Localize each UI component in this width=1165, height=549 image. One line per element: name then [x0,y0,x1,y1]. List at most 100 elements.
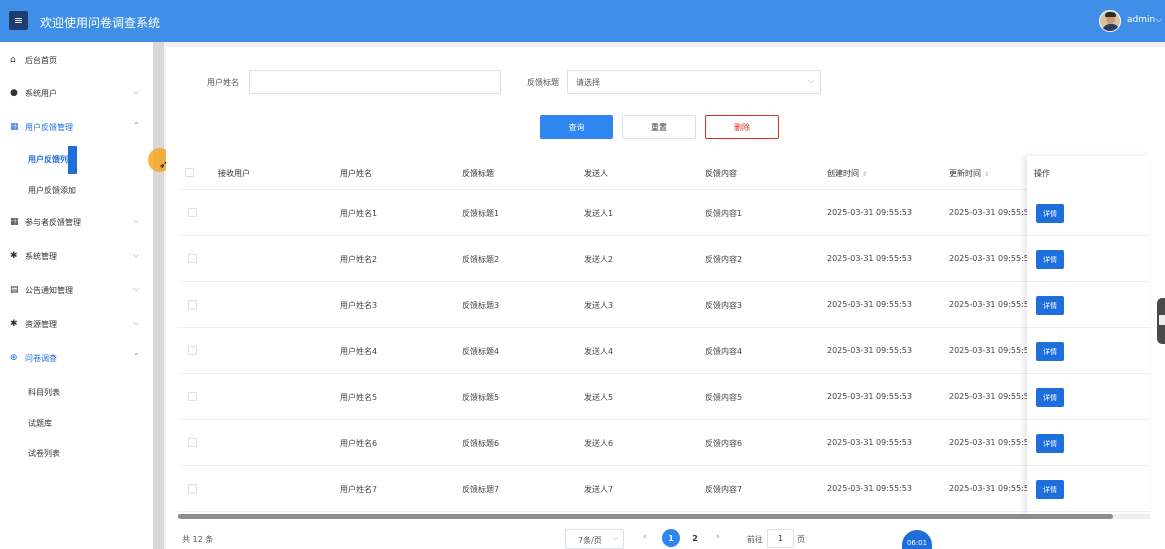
table-cell-content: 反馈内容4 [705,347,743,356]
sidebar-item-resources[interactable]: ✱ 资源管理 ⌵ [0,314,153,334]
chevron-down-icon: ⌵ [807,76,814,85]
table-cell-updated: 2025-03-31 09:55:53 [949,392,1034,401]
operation-cell: 详情 [1027,190,1150,236]
select-all-checkbox[interactable] [185,168,194,177]
table-horizontal-scrollbar[interactable] [178,514,1150,519]
chevron-down-icon: ⌵ [133,318,140,327]
sidebar-item-survey[interactable]: ⊕ 问卷调查 ⌃ [0,348,153,368]
row-checkbox[interactable] [188,392,197,401]
page-button-2[interactable]: 2 [686,529,704,547]
page-size-select[interactable]: 7条/页 ⌵ [565,529,624,549]
side-panel-tab[interactable] [1157,298,1165,344]
sidebar-item-label: 资源管理 [25,320,57,329]
prev-page-icon[interactable]: ‹ [643,532,647,542]
page-button-1[interactable]: 1 [662,529,680,547]
sidebar-item-label: 用户反馈添加 [28,186,76,195]
detail-button[interactable]: 详情 [1036,434,1064,453]
column-header-sortable[interactable]: 创建时间 ⇕ [827,168,867,179]
sidebar-item-papers[interactable]: 试卷列表 [0,443,153,463]
reset-button[interactable]: 重置 [622,115,696,139]
column-label: 更新时间 [949,169,981,178]
next-page-icon[interactable]: › [716,532,720,542]
feedback-title-label: 反馈标题 [527,78,559,87]
sidebar-item-system-management[interactable]: ✱ 系统管理 ⌵ [0,246,153,266]
table-cell-sender: 发送人1 [584,209,614,218]
query-button[interactable]: 查询 [540,115,613,139]
sort-icon[interactable]: ⇕ [984,171,989,178]
detail-button[interactable]: 详情 [1036,480,1064,499]
table-cell-updated: 2025-03-31 09:55:53 [949,208,1034,217]
sidebar-item-system-users[interactable]: ● 系统用户 ⌵ [0,83,153,103]
user-icon: ● [10,88,18,98]
table-row: 用户姓名5 反馈标题5 发送人5 反馈内容5 2025-03-31 09:55:53 20… [178,374,1034,420]
sidebar-item-feedback-add[interactable]: 用户反馈添加 [0,180,153,200]
chevron-up-icon: ⌃ [133,352,140,361]
sidebar-item-feedback-list[interactable]: 用户反馈列表 [0,149,153,169]
delete-button[interactable]: 删除 [705,115,779,139]
table-cell-created: 2025-03-31 09:55:53 [827,484,912,493]
sidebar-item-label: 用户反馈列表 [28,155,76,164]
operation-cell: 详情 [1027,282,1150,328]
detail-button[interactable]: 详情 [1036,296,1064,315]
sidebar-item-label: 参与者反馈管理 [25,218,81,227]
sidebar-item-label: 试题库 [28,419,52,428]
table-cell-username: 用户姓名7 [340,485,378,494]
username-input[interactable] [249,70,501,94]
sidebar-item-home[interactable]: ⌂ 后台首页 [0,50,153,70]
table-cell-created: 2025-03-31 09:55:53 [827,438,912,447]
detail-button[interactable]: 详情 [1036,388,1064,407]
sort-icon[interactable]: ⇕ [862,171,867,178]
goto-suffix: 页 [797,535,805,544]
sidebar-item-label: 用户反馈管理 [25,123,73,132]
table-cell-sender: 发送人6 [584,439,614,448]
table-cell-created: 2025-03-31 09:55:53 [827,300,912,309]
column-header: 反馈标题 [462,169,494,178]
feedback-title-select[interactable]: 请选择 ⌵ [567,70,821,94]
home-icon: ⌂ [10,55,16,65]
column-header-sortable[interactable]: 更新时间 ⇕ [949,168,989,179]
table-cell-sender: 发送人4 [584,347,614,356]
sidebar-item-announcements[interactable]: ▤ 公告通知管理 ⌵ [0,280,153,300]
scrollbar-thumb[interactable] [178,514,1113,519]
row-checkbox[interactable] [188,208,197,217]
chevron-down-icon: ⌵ [133,87,140,96]
row-checkbox[interactable] [188,254,197,263]
chevron-down-icon: ⌵ [133,250,140,259]
row-checkbox[interactable] [188,346,197,355]
operation-column: 操作 详情 详情 详情 详情 详情 详情 详情 [1027,156,1150,514]
menu-icon[interactable]: ≡ [9,11,28,30]
table-cell-title: 反馈标题5 [462,393,500,402]
table-cell-username: 用户姓名4 [340,347,378,356]
sidebar-item-label: 系统管理 [25,252,57,261]
sidebar-item-participant-feedback[interactable]: ▦ 参与者反馈管理 ⌵ [0,212,153,232]
table-cell-updated: 2025-03-31 09:55:53 [949,484,1034,493]
row-checkbox[interactable] [188,484,197,493]
sidebar-item-label: 科目列表 [28,388,60,397]
goto-page-input[interactable]: 1 [767,529,794,548]
detail-button[interactable]: 详情 [1036,342,1064,361]
pagination-total: 共 12 条 [182,535,214,544]
table-cell-title: 反馈标题7 [462,485,500,494]
sidebar-scrollbar[interactable] [153,42,164,549]
avatar[interactable] [1099,10,1121,32]
table-cell-username: 用户姓名6 [340,439,378,448]
chevron-down-icon: ⌵ [1155,15,1163,25]
goto-prefix: 前往 [747,535,763,544]
table-cell-title: 反馈标题1 [462,209,500,218]
column-label: 创建时间 [827,169,859,178]
sidebar-item-question-bank[interactable]: 试题库 [0,413,153,433]
table-cell-created: 2025-03-31 09:55:53 [827,346,912,355]
sidebar-item-user-feedback[interactable]: ▦ 用户反馈管理 ⌃ [0,117,153,137]
column-header: 发送人 [584,169,608,178]
user-menu[interactable]: admin⌵ [1127,15,1162,25]
table-row: 用户姓名3 反馈标题3 发送人3 反馈内容3 2025-03-31 09:55:53 20… [178,282,1034,328]
sidebar-item-subjects[interactable]: 科目列表 [0,382,153,402]
sidebar-item-label: 问卷调查 [25,354,57,363]
row-checkbox[interactable] [188,300,197,309]
detail-button[interactable]: 详情 [1036,250,1064,269]
row-checkbox[interactable] [188,438,197,447]
column-header: 操作 [1034,169,1050,178]
grid-icon: ▦ [10,122,19,132]
table-cell-title: 反馈标题2 [462,255,500,264]
detail-button[interactable]: 详情 [1036,204,1064,223]
